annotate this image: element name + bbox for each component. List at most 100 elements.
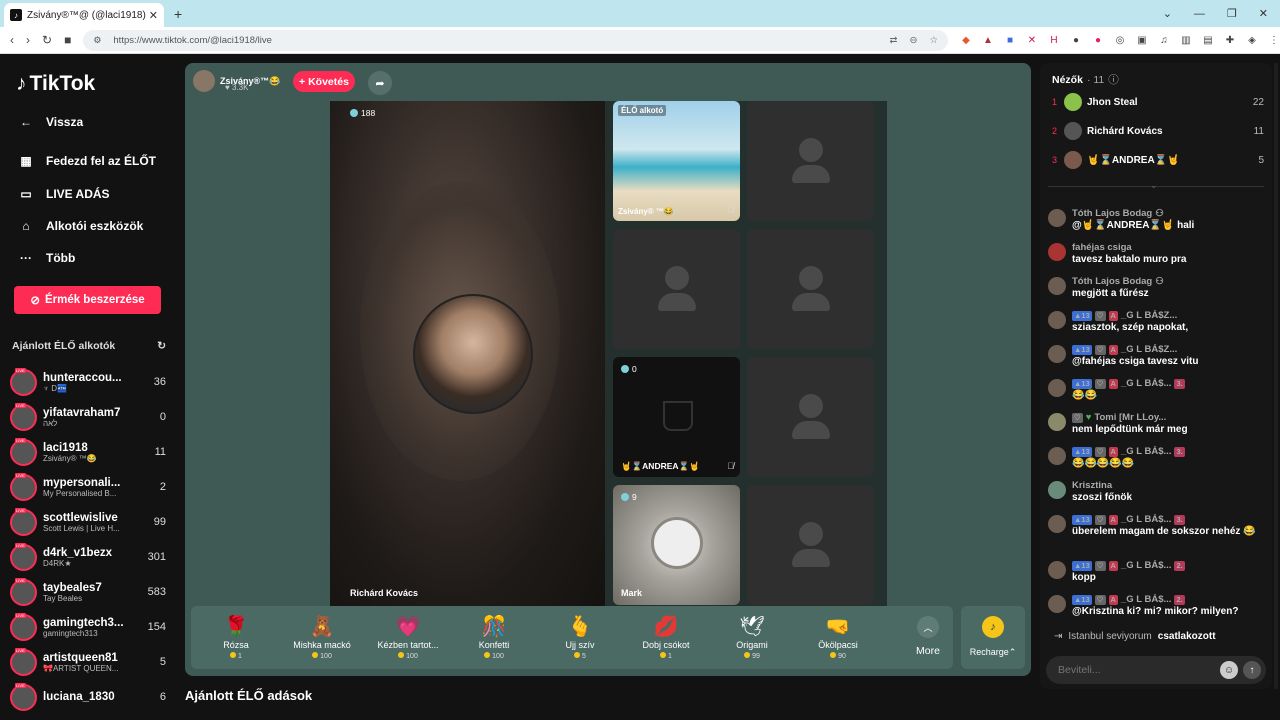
empty-guest-slot[interactable] (613, 229, 740, 349)
gift-finger-heart[interactable]: 🫰 Ujj szív 5 (537, 606, 623, 669)
site-info-icon[interactable]: ⚙ (93, 35, 101, 46)
avatar[interactable] (1048, 379, 1066, 397)
gift-kiss[interactable]: 💋 Dobj csókot 1 (623, 606, 709, 669)
avatar[interactable] (1048, 311, 1066, 329)
chat-input[interactable] (1058, 664, 1220, 676)
nav-explore-live[interactable]: ▦ Fedezd fel az ÉLŐT (18, 154, 156, 168)
creator-item[interactable]: LIVE taybeales7 Tay Beales 583 (10, 576, 166, 608)
creator-item[interactable]: LIVE hunteraccou... ♆ D🏧 36 (10, 366, 166, 398)
emoji-icon[interactable]: ☺ (1220, 661, 1238, 679)
creator-item[interactable]: LIVE gamingtech3... gamingtech313 154 (10, 611, 166, 643)
viewer-icon (350, 109, 358, 117)
guest-video[interactable]: 9 Mark (613, 485, 740, 605)
extension-icon[interactable]: ◎ (1114, 34, 1126, 46)
avatar[interactable] (1048, 209, 1066, 227)
gift-fist-bump[interactable]: 🤜 Ökölpacsi 90 (795, 606, 881, 669)
avatar[interactable] (1048, 345, 1066, 363)
empty-guest-slot[interactable] (747, 101, 874, 221)
guest-video[interactable]: 0 🤘⌛ANDREA⌛🤘 🎙̸ (613, 357, 740, 477)
menu-icon[interactable]: ⋮ (1268, 34, 1280, 46)
star-icon[interactable]: ☆ (929, 35, 938, 46)
nav-more[interactable]: ··· Több (18, 251, 75, 265)
top-viewer-row[interactable]: 2 Richárd Kovács 11 (1052, 120, 1264, 142)
reload-button[interactable]: ↻ (42, 33, 52, 47)
puzzle-icon[interactable]: ✚ (1224, 34, 1236, 46)
badge: A (1108, 594, 1118, 605)
avatar[interactable] (1048, 447, 1066, 465)
wallet-icon[interactable]: ▤ (1202, 34, 1214, 46)
sidebar-icon[interactable]: ▥ (1180, 34, 1192, 46)
get-coins-button[interactable]: ⊘ Érmék beszerzése (14, 286, 161, 314)
bookmark-icon[interactable]: ■ (64, 33, 71, 47)
creator-item[interactable]: LIVE luciana_1830 6 (10, 681, 166, 713)
extension-icon[interactable]: H (1048, 34, 1060, 46)
tiktok-logo[interactable]: ♪ TikTok (16, 72, 95, 96)
share-icon[interactable]: ➦ (368, 71, 392, 95)
creator-item[interactable]: LIVE scottlewislive Scott Lewis | Live H..… (10, 506, 166, 538)
vpn-icon[interactable]: ◈ (1246, 34, 1258, 46)
top-viewer-row[interactable]: 3 🤘⌛ANDREA⌛🤘 5 (1052, 149, 1264, 171)
badge: A (1108, 344, 1118, 355)
chevron-down-icon[interactable]: ⌄ (1150, 180, 1158, 191)
nav-live-studio[interactable]: ▭ LIVE ADÁS (18, 187, 109, 201)
restore-button[interactable]: ❐ (1227, 7, 1237, 20)
viewers-header[interactable]: Nézők · 11 ⓘ (1052, 72, 1119, 87)
extension-icon[interactable]: ● (1070, 34, 1082, 46)
main-video[interactable]: 188 Richárd Kovács (330, 101, 607, 606)
translate-icon[interactable]: ⇄ (890, 35, 898, 46)
media-icon[interactable]: ♫ (1158, 34, 1170, 46)
close-window-button[interactable]: ✕ (1259, 7, 1268, 20)
gift-teddy[interactable]: 🧸 Mishka mackó 100 (279, 606, 365, 669)
nav-creator-tools[interactable]: ⌂ Alkotói eszközök (18, 219, 143, 233)
empty-guest-slot[interactable] (747, 485, 874, 605)
host-avatar[interactable] (193, 70, 215, 92)
avatar[interactable] (1048, 243, 1066, 261)
host-info[interactable]: Zsivány®™😂 ♥ 3.3K (193, 70, 280, 92)
brave-shield-icon[interactable]: ◆ (960, 34, 972, 46)
creator-item[interactable]: LIVE yifatavraham7 לאה 0 (10, 401, 166, 433)
avatar[interactable] (1048, 413, 1066, 431)
back-button[interactable]: ‹ (10, 33, 14, 47)
minimize-button[interactable]: — (1194, 8, 1205, 20)
guest-video[interactable]: ÉLŐ alkotó Zsivány® ™😂 🎙̸ (613, 101, 740, 221)
top-viewer-row[interactable]: 1 Jhon Steal 22 (1052, 91, 1264, 113)
window-controls: ⌄ — ❐ ✕ (1163, 0, 1280, 27)
chat-message: ♡ ♥ Tomi [Mr LLoy... nem lepődtünk már meg (1048, 412, 1270, 435)
info-icon[interactable]: ⓘ (1108, 72, 1119, 87)
multi-guest-video: 188 Richárd Kovács ÉLŐ alkotó Zsivány® ™… (330, 101, 887, 606)
empty-guest-slot[interactable] (747, 357, 874, 477)
avatar[interactable] (1048, 515, 1066, 533)
extension-icon[interactable]: ✕ (1026, 34, 1038, 46)
url-field[interactable]: ⚙ https://www.tiktok.com/@laci1918/live … (83, 29, 948, 51)
send-icon[interactable]: ↑ (1243, 661, 1261, 679)
scrollbar[interactable] (1274, 63, 1278, 689)
gift-confetti[interactable]: 🎊 Konfetti 100 (451, 606, 537, 669)
extension-icon[interactable]: ▣ (1136, 34, 1148, 46)
extension-icon[interactable]: ■ (1004, 34, 1016, 46)
avatar[interactable] (1048, 561, 1066, 579)
nav-back[interactable]: ← Vissza (18, 115, 83, 129)
avatar[interactable] (1048, 277, 1066, 295)
creator-item[interactable]: LIVE artistqueen81 🎀ARTIST QUEEN... 5 (10, 646, 166, 678)
empty-guest-slot[interactable] (747, 229, 874, 349)
follow-button[interactable]: + Követés (293, 71, 355, 92)
gift-rose[interactable]: 🌹 Rózsa 1 (193, 606, 279, 669)
rewards-icon[interactable]: ▲ (982, 34, 994, 46)
creator-item[interactable]: LIVE laci1918 Zsivány® ™😂 11 (10, 436, 166, 468)
extension-icon[interactable]: ● (1092, 34, 1104, 46)
creator-item[interactable]: LIVE mypersonali... My Personalised B... 2 (10, 471, 166, 503)
creator-item[interactable]: LIVE d4rk_v1bezx D4RK★ 301 (10, 541, 166, 573)
chevron-down-icon[interactable]: ⌄ (1163, 7, 1172, 20)
recharge-button[interactable]: ♪ Recharge⌃ (961, 606, 1025, 669)
gift-heart[interactable]: 💗 Kézben tartot... 100 (365, 606, 451, 669)
new-tab-button[interactable]: + (174, 6, 182, 22)
forward-button[interactable]: › (26, 33, 30, 47)
avatar[interactable] (1048, 595, 1066, 613)
browser-tab[interactable]: ♪ Zsivány®™@ (@laci1918) ÉLŐ ✕ (4, 3, 164, 27)
gift-origami[interactable]: 🕊 Origami 99 (709, 606, 795, 669)
zoom-icon[interactable]: ⊖ (910, 35, 918, 46)
avatar[interactable] (1048, 481, 1066, 499)
refresh-icon[interactable]: ↻ (157, 340, 166, 352)
more-gifts-button[interactable]: ︿ More (903, 606, 953, 669)
close-tab-icon[interactable]: ✕ (149, 9, 158, 22)
